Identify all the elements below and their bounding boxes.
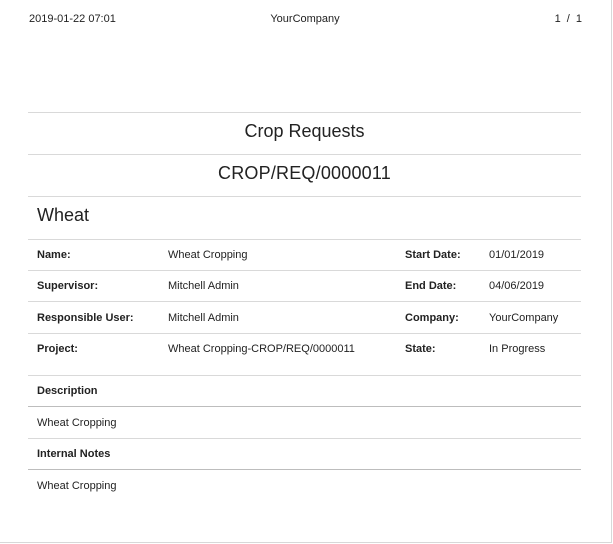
section-divider [28,406,581,407]
section-divider [28,438,581,439]
section-divider [28,469,581,470]
start-date-label: Start Date: [405,249,461,261]
name-value: Wheat Cropping [168,249,248,261]
divider [28,112,581,113]
crop-name: Wheat [37,205,90,225]
divider [28,196,581,197]
description-text: Wheat Cropping [37,417,117,429]
divider [28,239,581,240]
header-company: YourCompany [270,13,340,25]
name-label: Name: [37,249,71,261]
responsible-user-label: Responsible User: [37,312,134,324]
row-divider [28,301,581,302]
page-counter: 1 / 1 [554,13,582,25]
section-divider [28,375,581,376]
project-label: Project: [37,343,78,355]
company-value: YourCompany [489,312,559,324]
row-divider [28,333,581,334]
internal-notes-heading: Internal Notes [37,448,111,460]
row-divider [28,270,581,271]
company-label: Company: [405,312,459,324]
internal-notes-text: Wheat Cropping [37,480,117,492]
description-heading: Description [37,385,98,397]
start-date-value: 01/01/2019 [489,249,545,261]
supervisor-label: Supervisor: [37,280,99,292]
supervisor-value: Mitchell Admin [168,280,239,292]
state-label: State: [405,343,436,355]
responsible-user-value: Mitchell Admin [168,312,239,324]
end-date-value: 04/06/2019 [489,280,545,292]
divider [28,154,581,155]
report-title: Crop Requests [244,121,365,141]
end-date-label: End Date: [405,280,457,292]
page-frame [0,0,612,543]
request-reference: CROP/REQ/0000011 [218,163,391,183]
state-value: In Progress [489,343,546,355]
project-value: Wheat Cropping-CROP/REQ/0000011 [168,343,355,355]
